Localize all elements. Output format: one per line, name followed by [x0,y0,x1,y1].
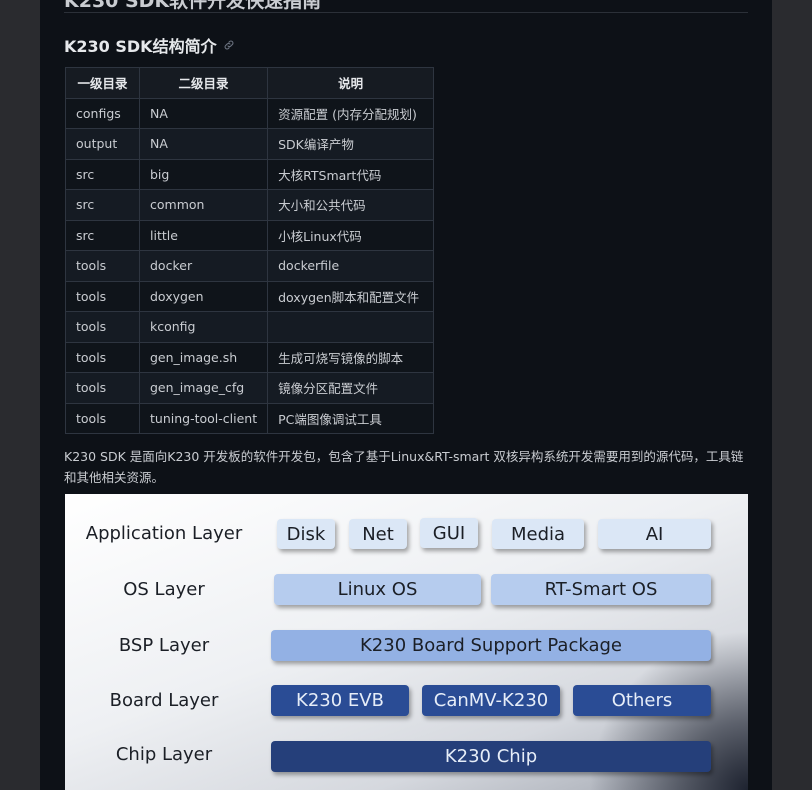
board-item-others: Others [573,685,711,716]
sdk-description: K230 SDK 是面向K230 开发板的软件开发包，包含了基于Linux&RT… [64,449,744,485]
cell-level2: gen_image_cfg [138,372,269,404]
cell-level2: docker [138,250,269,282]
cell-description [267,311,435,343]
cell-description: dockerfile [267,250,435,282]
bsp-layer-label: BSP Layer [118,635,210,656]
cell-description: SDK编译产物 [267,128,435,160]
cell-level1: tools [65,250,140,282]
app-item-net: Net [349,519,407,549]
cell-level1: src [65,158,140,190]
doc-page: K230 SDK软件开发快速指南 K230 SDK结构简介 一级目录 二级目录 … [40,0,772,790]
cell-description: 生成可烧写镜像的脚本 [267,341,435,373]
os-item-linux: Linux OS [274,574,481,605]
sdk-structure-table: 一级目录 二级目录 说明 configs NA 资源配置 (内存分配规划) outp… [65,67,435,434]
table-row: output NA SDK编译产物 [65,128,435,160]
header-level1: 一级目录 [65,67,140,99]
table-row: src common 大小和公共代码 [65,189,435,221]
cell-description: 资源配置 (内存分配规划) [267,97,435,129]
application-layer-label: Application Layer [85,523,243,544]
cell-level1: tools [65,280,140,312]
header-description: 说明 [267,67,435,99]
cell-level2: gen_image.sh [138,341,269,373]
chip-layer-label: Chip Layer [115,744,213,765]
cell-level1: tools [65,341,140,373]
cell-level2: common [138,189,269,221]
cell-description: 镜像分区配置文件 [267,372,435,404]
cell-description: 大小和公共代码 [267,189,435,221]
app-item-media: Media [492,519,584,549]
bsp-package: K230 Board Support Package [271,630,711,661]
cell-level1: tools [65,372,140,404]
board-item-evb: K230 EVB [271,685,409,716]
os-layer-label: OS Layer [123,579,205,600]
anchor-link-icon[interactable] [223,39,235,51]
board-layer-label: Board Layer [109,690,219,711]
table-row: src big 大核RTSmart代码 [65,158,435,190]
cell-level2: NA [138,97,269,129]
app-item-gui: GUI [420,518,478,548]
app-item-ai: AI [598,519,711,549]
os-item-rtsmart: RT-Smart OS [491,574,711,605]
table-row: tools doxygen doxygen脚本和配置文件 [65,280,435,312]
table-row: tools gen_image_cfg 镜像分区配置文件 [65,372,435,404]
cell-level2: kconfig [138,311,269,343]
cell-level2: doxygen [138,280,269,312]
cell-level1: tools [65,402,140,434]
section-heading: K230 SDK结构简介 [64,33,235,57]
chip-item: K230 Chip [271,741,711,772]
cell-description: PC端图像调试工具 [267,402,435,434]
cell-level2: tuning-tool-client [138,402,269,434]
cell-description: 大核RTSmart代码 [267,158,435,190]
architecture-diagram: Application Layer OS Layer BSP Layer Boa… [65,494,748,790]
cell-level2: NA [138,128,269,160]
cell-description: 小核Linux代码 [267,219,435,251]
app-item-disk: Disk [277,519,335,549]
cell-level1: output [65,128,140,160]
header-level2: 二级目录 [138,67,269,99]
table-row: tools tuning-tool-client PC端图像调试工具 [65,402,435,434]
cell-level1: src [65,219,140,251]
cell-description: doxygen脚本和配置文件 [267,280,435,312]
cell-level1: src [65,189,140,221]
cell-level2: little [138,219,269,251]
table-row: tools gen_image.sh 生成可烧写镜像的脚本 [65,341,435,373]
section-title: K230 SDK结构简介 [64,37,217,56]
title-divider [64,12,748,13]
table-header-row: 一级目录 二级目录 说明 [65,67,435,99]
cell-level1: configs [65,97,140,129]
cell-level2: big [138,158,269,190]
table-row: tools docker dockerfile [65,250,435,282]
cell-level1: tools [65,311,140,343]
table-row: src little 小核Linux代码 [65,219,435,251]
table-row: configs NA 资源配置 (内存分配规划) [65,97,435,129]
board-item-canmv: CanMV-K230 [422,685,560,716]
table-row: tools kconfig [65,311,435,343]
